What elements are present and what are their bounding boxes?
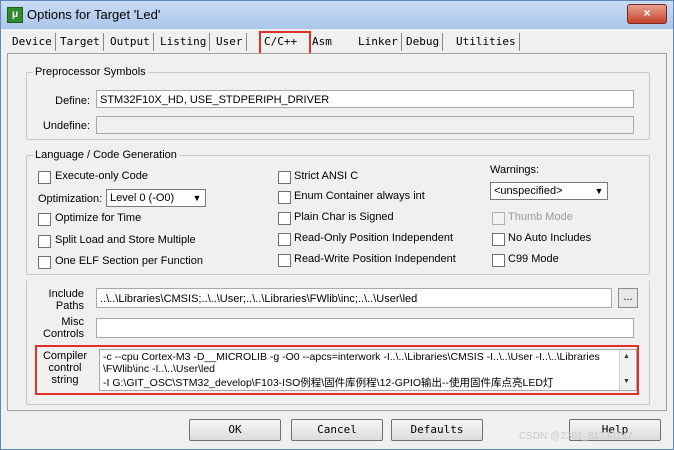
no-auto-includes-label: No Auto Includes xyxy=(508,232,592,244)
scroll-up-icon[interactable]: ▲ xyxy=(623,353,630,360)
defaults-button[interactable]: Defaults xyxy=(391,419,483,441)
compiler-control-label: Compiler control string xyxy=(42,350,87,386)
tab-strip: Device Target Output Listing User C/C++ … xyxy=(7,31,667,55)
optimize-time-label: Optimize for Time xyxy=(55,212,142,224)
tab-debug[interactable]: Debug xyxy=(403,33,444,51)
rwpi-checkbox[interactable] xyxy=(278,254,291,267)
include-paths-input[interactable]: ..\..\Libraries\CMSIS;..\..\User;..\..\L… xyxy=(96,288,612,308)
language-legend: Language / Code Generation xyxy=(35,149,177,161)
compiler-string-line-1: -c --cpu Cortex-M3 -D__MICROLIB -g -O0 -… xyxy=(103,351,600,363)
plain-char-checkbox[interactable] xyxy=(278,212,291,225)
rwpi-label: Read-Write Position Independent xyxy=(294,253,456,265)
include-paths-label: Include Paths xyxy=(48,288,84,312)
strict-ansi-checkbox[interactable] xyxy=(278,171,291,184)
tab-target[interactable]: Target xyxy=(57,33,104,51)
tab-utilities[interactable]: Utilities xyxy=(453,33,520,51)
enum-container-checkbox[interactable] xyxy=(278,191,291,204)
warnings-select[interactable]: <unspecified> ▼ xyxy=(490,182,608,200)
c99-mode-checkbox[interactable] xyxy=(492,254,505,267)
compiler-string-line-3: -I G:\GIT_OSC\STM32_develop\F103-ISO例程\固… xyxy=(103,377,554,389)
misc-controls-input[interactable] xyxy=(96,318,634,338)
one-elf-label: One ELF Section per Function xyxy=(55,255,203,267)
optimization-select[interactable]: Level 0 (-O0) ▼ xyxy=(106,189,206,207)
tab-device[interactable]: Device xyxy=(9,33,56,51)
optimization-label: Optimization: xyxy=(38,193,103,205)
options-dialog: μ Options for Target 'Led' × Device Targ… xyxy=(0,0,674,450)
define-label: Define: xyxy=(55,95,90,107)
undefine-input[interactable] xyxy=(96,116,634,134)
keil-app-icon: μ xyxy=(7,7,23,23)
optimization-value: Level 0 (-O0) xyxy=(110,192,175,204)
plain-char-label: Plain Char is Signed xyxy=(294,211,394,223)
misc-controls-label: Misc Controls xyxy=(43,316,84,340)
thumb-mode-label: Thumb Mode xyxy=(508,211,573,223)
optimize-time-checkbox[interactable] xyxy=(38,213,51,226)
window-title: Options for Target 'Led' xyxy=(27,7,161,22)
one-elf-checkbox[interactable] xyxy=(38,256,51,269)
tab-c-cpp[interactable]: C/C++ xyxy=(259,31,311,55)
undefine-label: Undefine: xyxy=(42,120,90,132)
execute-only-label: Execute-only Code xyxy=(55,170,148,182)
ok-button[interactable]: OK xyxy=(189,419,281,441)
cancel-button[interactable]: Cancel xyxy=(291,419,383,441)
watermark: CSDN @2301_81730147 xyxy=(519,431,633,442)
strict-ansi-label: Strict ANSI C xyxy=(294,170,359,182)
thumb-mode-checkbox xyxy=(492,212,505,225)
ropi-checkbox[interactable] xyxy=(278,233,291,246)
compiler-control-highlight: Compiler control string -c --cpu Cortex-… xyxy=(35,345,639,395)
enum-container-label: Enum Container always int xyxy=(294,190,425,202)
no-auto-includes-checkbox[interactable] xyxy=(492,233,505,246)
tab-listing[interactable]: Listing xyxy=(157,33,211,51)
title-bar[interactable]: μ Options for Target 'Led' × xyxy=(1,1,673,29)
define-input[interactable]: STM32F10X_HD, USE_STDPERIPH_DRIVER xyxy=(96,90,634,108)
include-browse-button[interactable]: ... xyxy=(618,288,638,308)
tab-asm[interactable]: Asm xyxy=(309,33,335,51)
compiler-control-string[interactable]: -c --cpu Cortex-M3 -D__MICROLIB -g -O0 -… xyxy=(99,349,637,391)
warnings-label: Warnings: xyxy=(490,164,540,176)
ropi-label: Read-Only Position Independent xyxy=(294,232,453,244)
tab-user[interactable]: User xyxy=(213,33,247,51)
dropdown-arrow-icon: ▼ xyxy=(192,193,202,203)
scroll-down-icon[interactable]: ▼ xyxy=(623,378,630,385)
tab-linker[interactable]: Linker xyxy=(355,33,402,51)
compiler-string-scrollbar[interactable]: ▲ ▼ xyxy=(619,350,636,390)
warnings-value: <unspecified> xyxy=(494,185,563,197)
preprocessor-legend: Preprocessor Symbols xyxy=(35,66,146,78)
compiler-string-line-2: \FWlib\inc -I..\..\User\led xyxy=(103,363,216,375)
split-load-label: Split Load and Store Multiple xyxy=(55,234,196,246)
execute-only-checkbox[interactable] xyxy=(38,171,51,184)
tab-output[interactable]: Output xyxy=(107,33,154,51)
split-load-checkbox[interactable] xyxy=(38,235,51,248)
close-button[interactable]: × xyxy=(627,4,667,24)
c99-mode-label: C99 Mode xyxy=(508,253,559,265)
dropdown-arrow-icon: ▼ xyxy=(594,186,604,196)
